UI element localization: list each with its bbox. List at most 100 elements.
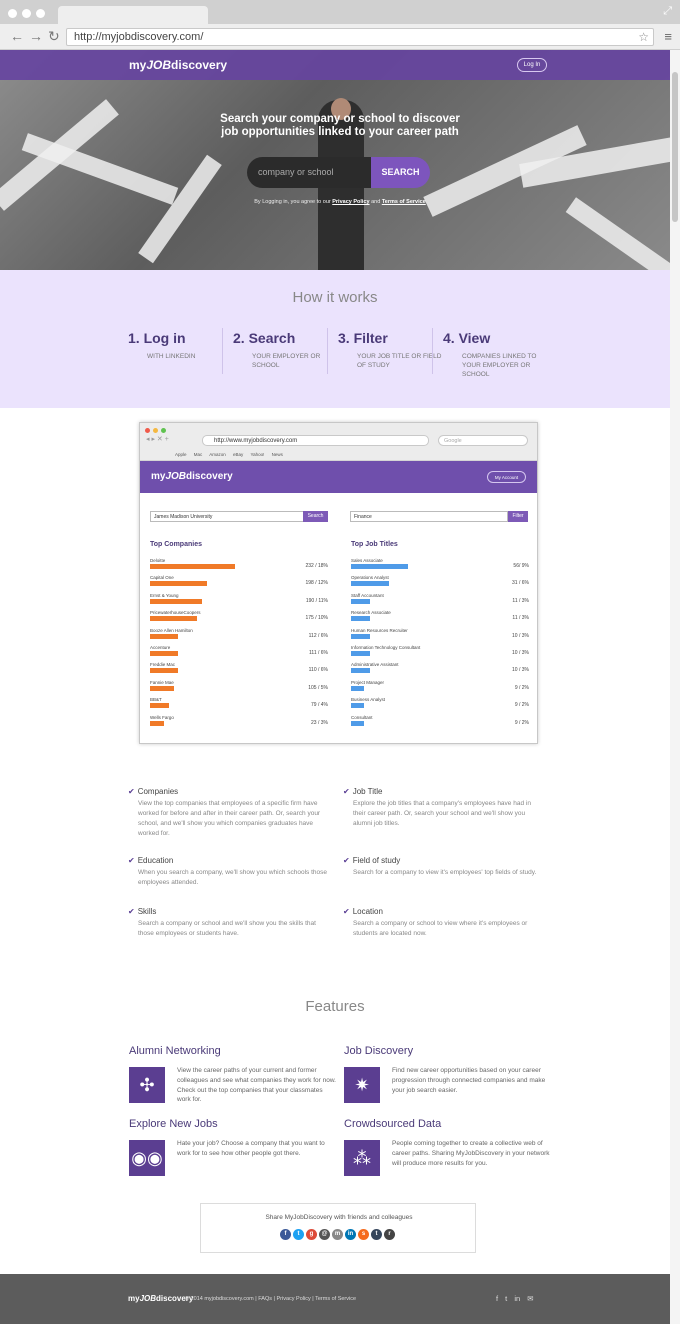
bookmark-star-icon[interactable]: ☆ [638,29,649,45]
demo-list-row: PricewaterhouseCoopers 175 / 10% [150,610,328,627]
site-logo[interactable]: myJOBdiscovery [129,58,227,72]
demo-logo: myJOBdiscovery [151,471,233,482]
detail-field-of-study: ✔ Field of study Search for a company to … [343,856,543,878]
share-text: Share MyJobDiscovery with friends and co… [265,1214,413,1221]
how-step: 4. View COMPANIES LINKED TO YOUR EMPLOYE… [443,330,548,379]
demo-account-button: My Account [487,471,526,483]
fullscreen-icon[interactable]: ⤢ [663,5,672,18]
step-title: 3. Filter [338,330,388,346]
demo-list-row: Deloitte 232 / 18% [150,558,328,575]
feature-crowdsourced-data: Crowdsourced Data ⁂ People coming togeth… [344,1118,554,1176]
how-step: 1. Log in WITH LINKEDIN [128,330,233,361]
window-close-dot[interactable] [8,9,17,18]
demo-list-row: Sales Associate 56/ 9% [351,558,529,575]
demo-list-row: Fannie Mae 105 / 5% [150,680,328,697]
browser-tab[interactable] [58,6,208,24]
demo-list-row: Capital One 198 / 12% [150,575,328,592]
logo-job: JOB [146,58,172,72]
search-button[interactable]: SEARCH [371,157,430,188]
detail-job-title: ✔ Job Title Explore the job titles that a… [343,787,543,829]
privacy-policy-link[interactable]: Privacy Policy [332,199,369,205]
reload-icon[interactable]: ↻ [48,28,60,44]
detail-title: Job Title [352,787,383,796]
demo-row-value: 175 / 10% [305,615,328,622]
detail-skills: ✔ Skills Search a company or school and w… [128,907,328,939]
scrollbar-thumb[interactable] [672,72,678,222]
demo-row-bar [351,668,370,674]
detail-desc: Explore the job titles that a company's … [353,800,531,827]
check-icon: ✔ [128,907,135,916]
login-button[interactable]: Log In [517,58,547,72]
google-plus-icon[interactable]: g [306,1229,317,1240]
crowd-icon: ⁂ [344,1140,380,1176]
detail-title: Companies [137,787,179,796]
stumbleupon-icon[interactable]: s [358,1229,369,1240]
demo-site-header: myJOBdiscovery [140,461,537,493]
twitter-icon[interactable]: t [293,1229,304,1240]
terms-link[interactable]: Terms of Service [382,199,426,205]
reddit-icon[interactable]: r [384,1229,395,1240]
browser-menu-icon[interactable]: ≡ [664,29,672,44]
footer-social-icons[interactable]: f t in ✉ [496,1294,534,1303]
demo-row-value: 112 / 6% [308,632,328,639]
demo-row-bar [150,668,179,674]
share-box: Share MyJobDiscovery with friends and co… [200,1203,476,1253]
email-icon[interactable]: @ [319,1229,330,1240]
demo-row-bar [150,581,207,587]
demo-row-bar [150,703,169,709]
demo-row-value: 10 / 3% [512,632,529,639]
how-step: 2. Search YOUR EMPLOYER OR SCHOOL [233,330,338,370]
footer-links[interactable]: © 2014 myjobdiscovery.com | FAQs | Priva… [185,1296,356,1302]
back-arrow-icon[interactable]: ← [10,28,24,44]
check-icon: ✔ [128,787,135,796]
demo-list-row: Information Technology Consultant 10 / 3% [351,645,529,662]
demo-row-bar [351,703,364,709]
hero-headline-line: Search your company or school to discove… [220,113,460,125]
network-icon: ✣ [129,1067,165,1103]
footer-logo[interactable]: myJOBdiscovery [128,1294,193,1303]
forward-arrow-icon[interactable]: → [29,28,43,44]
demo-row-value: 11 / 3% [512,615,529,622]
demo-list-row: Business Analyst 9 / 2% [351,697,529,714]
company-search-input[interactable]: company or school [247,157,371,188]
demo-filter-input: Finance [350,511,508,522]
myspace-icon[interactable]: m [332,1229,343,1240]
step-desc: YOUR EMPLOYER OR SCHOOL [252,353,321,369]
demo-list-row: Freddie Mac 110 / 6% [150,662,328,679]
demo-list-row: Ernst & Young 190 / 11% [150,593,328,610]
demo-nav-icons: ◂ ▸ ✕ + [146,436,169,443]
window-minimize-dot[interactable] [22,9,31,18]
how-step: 3. Filter YOUR JOB TITLE OR FIELD OF STU… [338,330,443,370]
policy-text: By Logging in, you agree to our [254,199,331,205]
demo-row-value: 198 / 12% [305,580,328,587]
demo-row-value: 56/ 9% [513,563,529,569]
detail-desc: Search for a company to view it's employ… [353,869,537,876]
step-title: 1. Log in [128,330,186,346]
feature-job-discovery: Job Discovery ✷ Find new career opportun… [344,1045,554,1103]
policy-text: and [371,199,381,205]
detail-education: ✔ Education When you search a company, we… [128,856,328,888]
tumblr-icon[interactable]: t [371,1229,382,1240]
demo-top-companies-title: Top Companies [150,541,202,548]
check-icon: ✔ [343,787,350,796]
step-desc: YOUR JOB TITLE OR FIELD OF STUDY [357,353,442,369]
feature-desc: View the career paths of your current an… [177,1067,336,1104]
linkedin-icon[interactable]: in [345,1229,356,1240]
feature-title: Explore New Jobs [129,1118,218,1130]
step-divider [432,328,433,374]
demo-browser-bar: ◂ ▸ ✕ + http://www.myjobdiscovery.com Go… [140,423,537,461]
detail-companies: ✔ Companies View the top companies that e… [128,787,328,839]
detail-title: Education [137,856,174,865]
step-desc: WITH LINKEDIN [147,353,196,360]
browser-toolbar: ← → ↻ http://myjobdiscovery.com/ ☆ ≡ [0,24,680,50]
demo-row-bar [150,616,198,622]
feature-explore-new-jobs: Explore New Jobs ◉◉ Hate your job? Choos… [129,1118,339,1176]
demo-search-button: Search [303,511,328,522]
detail-title: Field of study [352,856,401,865]
demo-row-bar [150,564,235,569]
chalk-arrow [565,197,670,270]
facebook-icon[interactable]: f [280,1229,291,1240]
address-bar[interactable]: http://myjobdiscovery.com/ ☆ [66,28,654,46]
window-maximize-dot[interactable] [36,9,45,18]
scrollbar[interactable] [670,50,680,1324]
